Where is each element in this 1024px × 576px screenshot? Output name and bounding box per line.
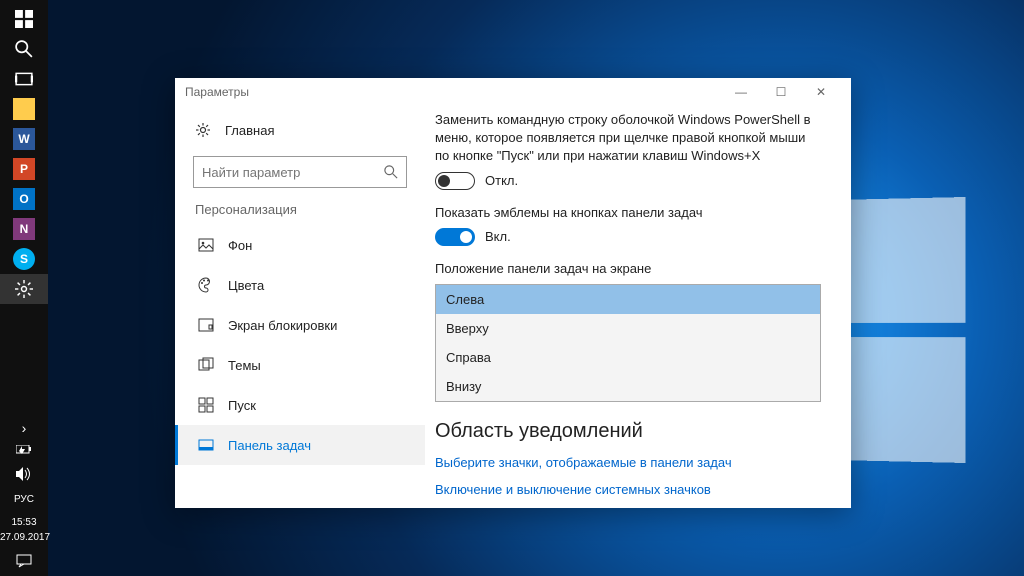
powershell-description: Заменить командную строку оболочкой Wind… [435, 111, 821, 166]
taskbar: W P O N S › РУС 15:53 27.09.2017 [0, 0, 48, 576]
search-icon [384, 165, 398, 179]
system-icons-link[interactable]: Включение и выключение системных значков [435, 482, 821, 497]
outlook-button[interactable]: O [0, 184, 48, 214]
picture-icon [198, 237, 214, 253]
position-option-bottom[interactable]: Внизу [436, 372, 820, 401]
select-icons-link[interactable]: Выберите значки, отображаемые в панели з… [435, 455, 821, 470]
search-input[interactable] [202, 165, 384, 180]
tray-volume-icon[interactable] [0, 463, 48, 489]
nav-lockscreen[interactable]: Экран блокировки [175, 305, 425, 345]
tray-clock[interactable]: 15:53 27.09.2017 [0, 510, 48, 550]
file-explorer-button[interactable] [0, 94, 48, 124]
section-label: Персонализация [175, 202, 425, 217]
position-option-right[interactable]: Справа [436, 343, 820, 372]
powershell-toggle[interactable] [435, 172, 475, 190]
nav-colors[interactable]: Цвета [175, 265, 425, 305]
tray-expand[interactable]: › [0, 415, 48, 441]
close-button[interactable]: ✕ [801, 78, 841, 106]
tray-language[interactable]: РУС [0, 489, 48, 510]
taskbar-icon [198, 437, 214, 453]
position-label: Положение панели задач на экране [435, 260, 821, 278]
notification-heading: Область уведомлений [435, 420, 821, 443]
start-button[interactable] [0, 4, 48, 34]
nav-start[interactable]: Пуск [175, 385, 425, 425]
badges-description: Показать эмблемы на кнопках панели задач [435, 204, 821, 222]
position-option-top[interactable]: Вверху [436, 314, 820, 343]
badges-toggle[interactable] [435, 228, 475, 246]
gear-icon [195, 122, 211, 138]
onenote-button[interactable]: N [0, 214, 48, 244]
lockscreen-icon [198, 317, 214, 333]
search-box[interactable] [193, 156, 407, 188]
action-center-button[interactable] [0, 550, 48, 576]
settings-pane: Заменить командную строку оболочкой Wind… [425, 106, 851, 508]
badges-toggle-state: Вкл. [485, 229, 511, 244]
palette-icon [198, 277, 214, 293]
nav-taskbar[interactable]: Панель задач [175, 425, 425, 465]
minimize-button[interactable]: ― [721, 78, 761, 106]
nav-themes[interactable]: Темы [175, 345, 425, 385]
window-title: Параметры [185, 85, 249, 99]
powerpoint-button[interactable]: P [0, 154, 48, 184]
themes-icon [198, 357, 214, 373]
maximize-button[interactable]: ☐ [761, 78, 801, 106]
position-dropdown[interactable]: Слева Вверху Справа Внизу [435, 284, 821, 402]
home-button[interactable]: Главная [175, 112, 425, 148]
position-option-left[interactable]: Слева [436, 285, 820, 314]
home-label: Главная [225, 123, 274, 138]
skype-button[interactable]: S [0, 244, 48, 274]
titlebar[interactable]: Параметры ― ☐ ✕ [175, 78, 851, 106]
sidebar: Главная Персонализация Фон Цвета Экран б… [175, 106, 425, 508]
tray-power-icon[interactable] [0, 441, 48, 463]
settings-window: Параметры ― ☐ ✕ Главная Персонализация Ф… [175, 78, 851, 508]
powershell-toggle-state: Откл. [485, 173, 518, 188]
nav-background[interactable]: Фон [175, 225, 425, 265]
search-button[interactable] [0, 34, 48, 64]
word-button[interactable]: W [0, 124, 48, 154]
task-view-button[interactable] [0, 64, 48, 94]
start-icon [198, 397, 214, 413]
settings-button[interactable] [0, 274, 48, 304]
